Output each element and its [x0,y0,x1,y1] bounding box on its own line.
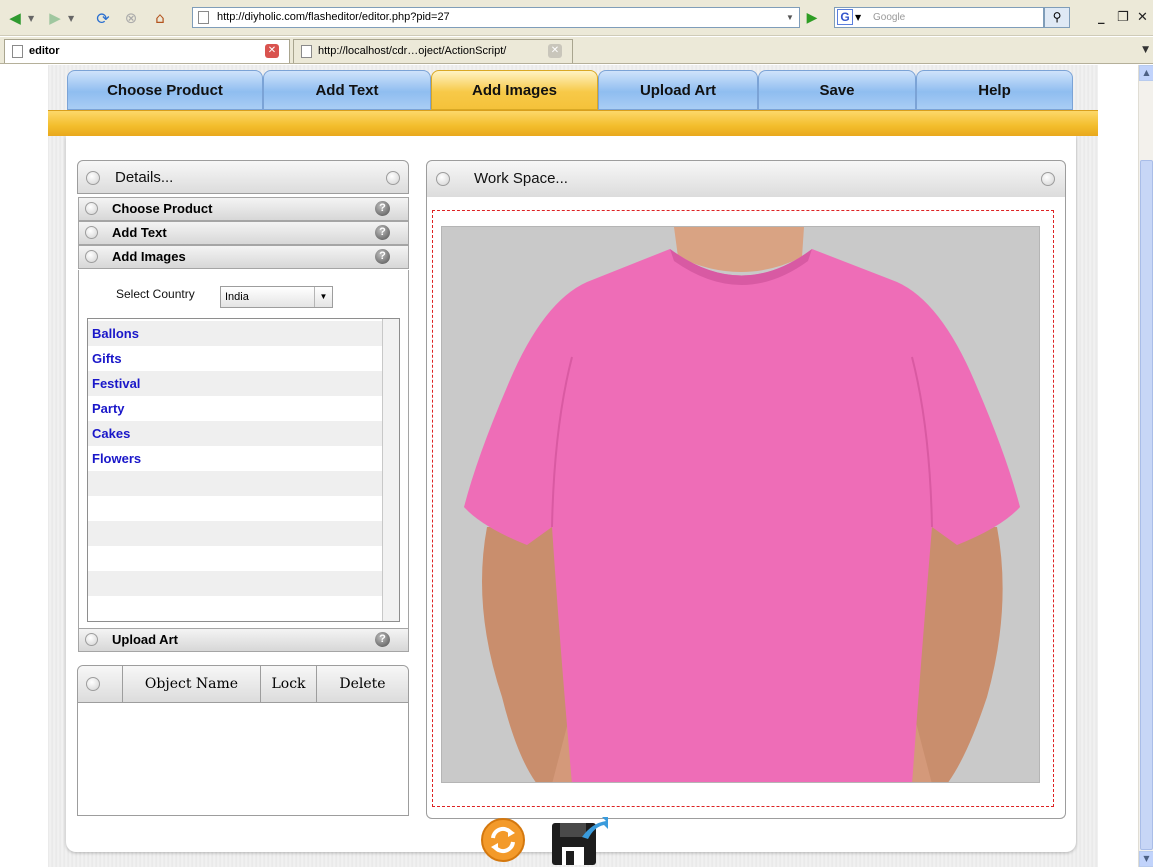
panel-radio-icon[interactable] [86,171,100,185]
refresh-icon[interactable] [480,817,526,863]
panel-radio-icon[interactable] [436,172,450,186]
tab-label: editor [29,45,60,57]
back-icon[interactable]: ◀ [4,7,26,29]
address-dropdown-icon[interactable]: ▼ [783,10,797,25]
objects-table-header: Object Name Lock Delete [78,666,408,703]
page-icon [301,45,312,58]
browser-tab-editor[interactable]: editor [4,39,290,63]
nav-underline-bar [48,110,1098,136]
editor-nav: Choose Product Add Text Add Images Uploa… [67,70,1073,110]
page-icon [198,11,209,24]
search-engine-dropdown-icon[interactable]: ▼ [855,8,861,27]
details-panel-header: Details... [77,160,409,194]
workspace-title: Work Space... [474,170,568,187]
page-icon [12,45,23,58]
tab-save[interactable]: Save [758,70,916,110]
tab-upload-art[interactable]: Upload Art [598,70,758,110]
address-text: http://diyholic.com/flasheditor/editor.p… [217,11,450,23]
section-choose-product[interactable]: Choose Product ? [78,197,409,221]
scroll-up-icon[interactable]: ▲ [1139,65,1153,81]
minimize-icon[interactable]: _ [1098,10,1105,25]
section-upload-art[interactable]: Upload Art ? [78,628,409,652]
help-icon[interactable]: ? [375,201,390,216]
forward-history-dropdown-icon[interactable]: ▼ [68,14,74,23]
panel-radio-icon[interactable] [1041,172,1055,186]
close-tab-icon[interactable]: ✕ [265,44,279,58]
section-radio-icon [85,226,98,239]
empty-row [88,471,382,496]
chevron-down-icon[interactable]: ▼ [314,287,332,307]
category-item[interactable]: Gifts [88,346,382,371]
objects-panel: Object Name Lock Delete [77,665,409,816]
column-object-name: Object Name [122,666,260,703]
close-tab-icon[interactable]: ✕ [548,44,562,58]
search-icon[interactable]: ⚲ [1044,7,1070,28]
search-placeholder: Google [873,12,906,23]
reload-icon[interactable]: ⟳ [92,7,114,29]
empty-row [88,596,382,621]
section-radio-icon [85,250,98,263]
section-radio-icon [85,633,98,646]
tab-help[interactable]: Help [916,70,1073,110]
category-item[interactable]: Flowers [88,446,382,471]
browser-tab-bar: editor ✕ http://localhost/cdr…oject/Acti… [0,37,1153,64]
panel-radio-icon[interactable] [386,171,400,185]
category-item[interactable]: Cakes [88,421,382,446]
section-label: Choose Product [112,201,213,216]
search-box[interactable]: G ▼ Google [834,7,1044,28]
scroll-down-icon[interactable]: ▼ [1139,851,1153,867]
go-icon[interactable]: ▶ [803,9,821,27]
save-disk-icon[interactable] [552,817,608,865]
tab-add-images[interactable]: Add Images [431,70,598,110]
empty-row [88,521,382,546]
empty-row [88,546,382,571]
help-icon[interactable]: ? [375,225,390,240]
home-icon[interactable]: ⌂ [149,7,171,29]
scrollbar-thumb[interactable] [1140,160,1153,850]
product-canvas[interactable] [441,226,1040,783]
restore-icon[interactable]: ❐ [1117,10,1129,25]
tshirt-image [464,227,1020,782]
column-lock: Lock [260,666,316,703]
empty-row [88,571,382,596]
page-scrollbar[interactable]: ▲ ▼ [1138,65,1153,867]
tab-add-text[interactable]: Add Text [263,70,431,110]
forward-icon[interactable]: ▶ [44,7,66,29]
country-label: Select Country [116,287,195,301]
category-item[interactable]: Ballons [88,321,382,346]
section-radio-icon [85,202,98,215]
section-label: Upload Art [112,632,178,647]
category-scrollbar[interactable] [382,319,399,621]
close-window-icon[interactable]: ✕ [1137,10,1148,25]
column-delete: Delete [316,666,408,703]
category-item[interactable]: Party [88,396,382,421]
workspace-header: Work Space... [426,160,1066,198]
google-icon[interactable]: G [837,9,853,25]
tab-label: http://localhost/cdr…oject/ActionScript/ [318,45,507,57]
help-icon[interactable]: ? [375,249,390,264]
address-bar[interactable]: http://diyholic.com/flasheditor/editor.p… [192,7,800,28]
section-add-text[interactable]: Add Text ? [78,221,409,245]
category-item[interactable]: Festival [88,371,382,396]
browser-tab-localhost[interactable]: http://localhost/cdr…oject/ActionScript/ [293,39,573,63]
category-list: Ballons Gifts Festival Party Cakes Flowe… [87,318,400,622]
stop-icon[interactable]: ⊗ [120,7,142,29]
section-label: Add Images [112,249,186,264]
section-label: Add Text [112,225,167,240]
country-select[interactable]: India ▼ [220,286,333,308]
panel-radio-icon[interactable] [86,677,100,691]
back-history-dropdown-icon[interactable]: ▼ [28,14,34,23]
empty-row [88,496,382,521]
help-icon[interactable]: ? [375,632,390,647]
tab-list-dropdown-icon[interactable]: ▼ [1142,45,1149,55]
tab-choose-product[interactable]: Choose Product [67,70,263,110]
country-value: India [225,291,249,303]
details-title: Details... [115,169,174,186]
section-add-images[interactable]: Add Images ? [78,245,409,269]
browser-toolbar: ◀ ▼ ▶ ▼ ⟳ ⊗ ⌂ http://diyholic.com/flashe… [0,0,1153,36]
